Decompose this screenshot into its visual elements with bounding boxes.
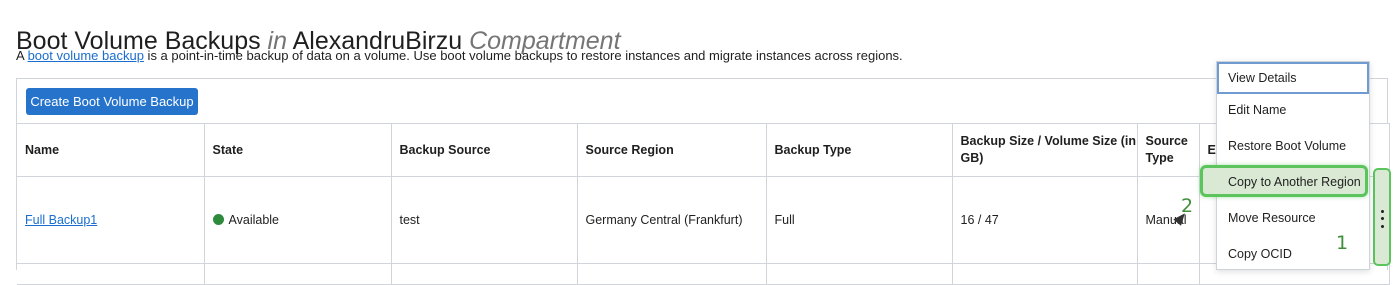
intro-prefix: A [16, 48, 28, 63]
intro-text: is a point-in-time backup of data on a v… [143, 48, 903, 63]
menu-item-edit-name[interactable]: Edit Name [1217, 94, 1369, 126]
page-description: A boot volume backup is a point-in-time … [16, 48, 903, 63]
create-boot-volume-backup-button[interactable]: Create Boot Volume Backup [26, 88, 198, 115]
column-header-source-type[interactable]: Source Type [1136, 123, 1200, 177]
column-header-name[interactable]: Name [17, 123, 205, 177]
column-header-state[interactable]: State [203, 123, 392, 177]
source-type-cell: Manual [1136, 176, 1200, 264]
backups-panel: Create Boot Volume Backup Name State Bac… [16, 78, 1390, 285]
column-header-backup-source[interactable]: Backup Source [390, 123, 578, 177]
backup-name-link[interactable]: Full Backup1 [25, 213, 97, 227]
column-header-source-region[interactable]: Source Region [576, 123, 767, 177]
source-region-cell: Germany Central (Frankfurt) [576, 176, 767, 264]
column-header-backup-type[interactable]: Backup Type [765, 123, 953, 177]
state-label: Available [228, 213, 280, 227]
step-1-label: 1 [1336, 232, 1349, 254]
backup-source-cell: test [390, 176, 578, 264]
size-cell: 16 / 47 [951, 176, 1138, 264]
kebab-icon[interactable] [1375, 208, 1389, 230]
table-header-row: Name State Backup Source Source Region B… [17, 123, 1390, 177]
menu-item-restore-boot-volume[interactable]: Restore Boot Volume [1217, 130, 1369, 162]
menu-item-move-resource[interactable]: Move Resource [1217, 202, 1369, 234]
backup-type-cell: Full [765, 176, 953, 264]
status-dot-icon [212, 214, 224, 225]
table-row [17, 263, 1390, 285]
column-header-size[interactable]: Backup Size / Volume Size (in GB) [951, 123, 1138, 177]
state-cell: Available [203, 176, 392, 264]
boot-volume-backup-link[interactable]: boot volume backup [28, 48, 144, 63]
menu-item-view-details[interactable]: View Details [1217, 62, 1369, 94]
menu-item-copy-to-another-region[interactable]: Copy to Another Region [1200, 165, 1368, 197]
